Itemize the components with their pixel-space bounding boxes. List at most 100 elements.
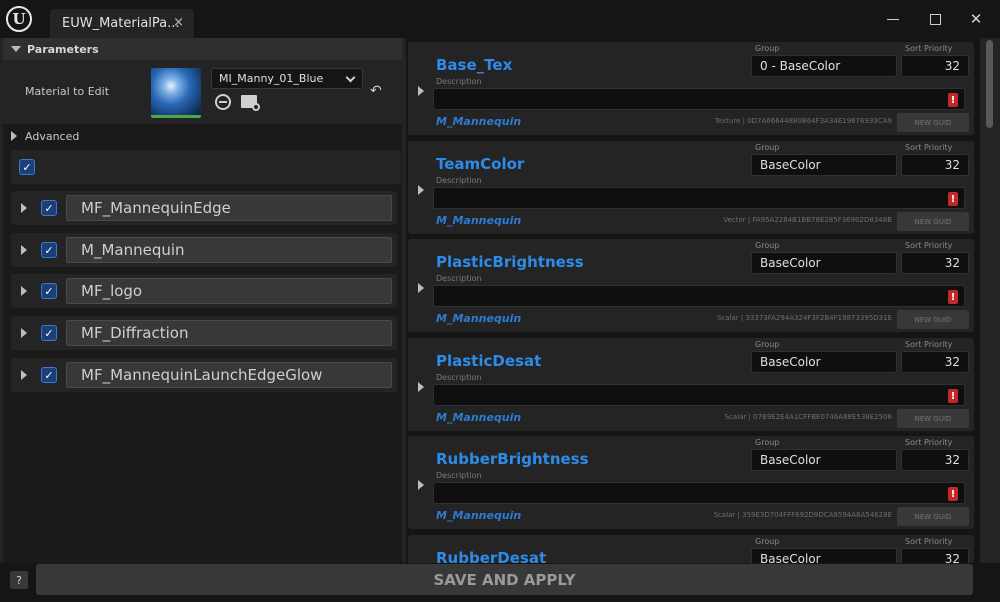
sort-priority-field[interactable]: 32 — [901, 55, 969, 77]
new-guid-button[interactable]: NEW GUID — [897, 409, 969, 428]
scrollbar[interactable] — [985, 38, 994, 563]
description-label: Description — [436, 373, 482, 382]
minimize-icon — [887, 18, 899, 20]
function-name: M_Mannequin — [81, 241, 185, 259]
advanced-label: Advanced — [25, 129, 80, 143]
expand-arrow-icon[interactable] — [21, 203, 27, 213]
group-field[interactable]: BaseColor — [751, 548, 897, 563]
description-label: Description — [436, 176, 482, 185]
select-all-checkbox[interactable]: ✓ — [19, 159, 35, 175]
help-button[interactable]: ? — [10, 571, 28, 589]
browse-folder-icon[interactable] — [241, 95, 260, 111]
unreal-logo-icon[interactable]: U — [6, 6, 32, 32]
expand-arrow-icon[interactable] — [418, 185, 424, 195]
sort-priority-label: Sort Priority — [905, 438, 953, 447]
sort-priority-label: Sort Priority — [905, 241, 953, 250]
function-name-field[interactable]: MF_Diffraction — [66, 320, 392, 346]
sort-priority-field[interactable]: 32 — [901, 449, 969, 471]
use-selected-icon[interactable] — [215, 94, 231, 110]
parameter-list[interactable]: Group 0 - BaseColor Sort Priority 32 Bas… — [406, 38, 980, 563]
expand-arrow-icon[interactable] — [418, 86, 424, 96]
expand-arrow-icon — [11, 131, 17, 141]
function-checkbox[interactable]: ✓ — [41, 200, 57, 216]
new-guid-button[interactable]: NEW GUID — [897, 113, 969, 132]
parent-material-link[interactable]: M_Mannequin — [436, 509, 521, 522]
parameter-name[interactable]: Base_Tex — [436, 56, 512, 74]
reset-icon[interactable]: ↶ — [370, 83, 382, 99]
function-checkbox[interactable]: ✓ — [41, 242, 57, 258]
expand-arrow-icon[interactable] — [418, 382, 424, 392]
tab-close-icon[interactable]: × — [173, 15, 184, 30]
group-label: Group — [755, 241, 780, 250]
group-field[interactable]: BaseColor — [751, 154, 897, 176]
expand-arrow-icon[interactable] — [21, 286, 27, 296]
expand-arrow-icon[interactable] — [418, 283, 424, 293]
group-field[interactable]: BaseColor — [751, 449, 897, 471]
parameter-card: Group BaseColor Sort Priority 32 RubberD… — [408, 535, 974, 563]
parent-material-link[interactable]: M_Mannequin — [436, 312, 521, 325]
parameters-header-label: Parameters — [27, 42, 99, 56]
warning-icon: ! — [948, 290, 958, 304]
parameter-card: Group BaseColor Sort Priority 32 Plastic… — [408, 239, 974, 332]
parent-material-link[interactable]: M_Mannequin — [436, 115, 521, 128]
function-checkbox[interactable]: ✓ — [41, 283, 57, 299]
save-and-apply-button[interactable]: SAVE AND APPLY — [36, 564, 973, 595]
new-guid-button[interactable]: NEW GUID — [897, 507, 969, 526]
parent-material-link[interactable]: M_Mannequin — [436, 214, 521, 227]
expand-arrow-icon[interactable] — [21, 245, 27, 255]
parameter-name[interactable]: PlasticDesat — [436, 352, 541, 370]
maximize-button[interactable] — [926, 10, 944, 28]
advanced-row[interactable]: Advanced — [3, 124, 402, 148]
group-label: Group — [755, 44, 780, 53]
expand-arrow-icon[interactable] — [21, 328, 27, 338]
description-input[interactable]: ! — [433, 482, 965, 504]
minimize-button[interactable] — [884, 10, 902, 28]
parameter-guid: Scalar | 359E3D704FFF692D9DCA8594A8A5462… — [713, 511, 892, 519]
function-name: MF_MannequinLaunchEdgeGlow — [81, 366, 323, 384]
function-checkbox[interactable]: ✓ — [41, 325, 57, 341]
group-label: Group — [755, 438, 780, 447]
function-name-field[interactable]: MF_MannequinEdge — [66, 195, 392, 221]
sort-priority-label: Sort Priority — [905, 143, 953, 152]
group-field[interactable]: 0 - BaseColor — [751, 55, 897, 77]
sort-priority-field[interactable]: 32 — [901, 252, 969, 274]
parameter-name[interactable]: RubberDesat — [436, 549, 546, 563]
new-guid-button[interactable]: NEW GUID — [897, 310, 969, 329]
material-thumbnail[interactable] — [151, 68, 201, 118]
function-checkbox[interactable]: ✓ — [41, 367, 57, 383]
group-field[interactable]: BaseColor — [751, 252, 897, 274]
group-field[interactable]: BaseColor — [751, 351, 897, 373]
function-name-field[interactable]: MF_logo — [66, 278, 392, 304]
function-name-field[interactable]: M_Mannequin — [66, 237, 392, 263]
sort-priority-label: Sort Priority — [905, 537, 953, 546]
sort-priority-label: Sort Priority — [905, 340, 953, 349]
sort-priority-field[interactable]: 32 — [901, 548, 969, 563]
parameter-card: Group 0 - BaseColor Sort Priority 32 Bas… — [408, 42, 974, 135]
expand-arrow-icon[interactable] — [418, 480, 424, 490]
description-input[interactable]: ! — [433, 285, 965, 307]
parameter-name[interactable]: RubberBrightness — [436, 450, 589, 468]
description-label: Description — [436, 274, 482, 283]
scrollbar-thumb[interactable] — [986, 40, 993, 128]
description-input[interactable]: ! — [433, 384, 965, 406]
group-label: Group — [755, 537, 780, 546]
function-name-field[interactable]: MF_MannequinLaunchEdgeGlow — [66, 362, 392, 388]
tab-euw-material[interactable]: EUW_MaterialPa... × — [50, 9, 194, 38]
sort-priority-field[interactable]: 32 — [901, 154, 969, 176]
sort-priority-label: Sort Priority — [905, 44, 953, 53]
description-input[interactable]: ! — [433, 187, 965, 209]
description-label: Description — [436, 471, 482, 480]
parameters-header[interactable]: Parameters — [3, 38, 402, 60]
material-select[interactable]: MI_Manny_01_Blue — [211, 68, 363, 89]
sort-priority-field[interactable]: 32 — [901, 351, 969, 373]
description-input[interactable]: ! — [433, 88, 965, 110]
parameter-name[interactable]: TeamColor — [436, 155, 524, 173]
close-window-button[interactable]: ✕ — [967, 10, 985, 28]
expand-arrow-icon[interactable] — [21, 370, 27, 380]
parent-material-link[interactable]: M_Mannequin — [436, 411, 521, 424]
parameter-card: Group BaseColor Sort Priority 32 Plastic… — [408, 338, 974, 431]
new-guid-button[interactable]: NEW GUID — [897, 212, 969, 231]
function-name: MF_MannequinEdge — [81, 199, 231, 217]
parameter-guid: Scalar | 07B9E2E4A1CFFBE0746A88E538E2506 — [724, 413, 892, 421]
parameter-name[interactable]: PlasticBrightness — [436, 253, 584, 271]
